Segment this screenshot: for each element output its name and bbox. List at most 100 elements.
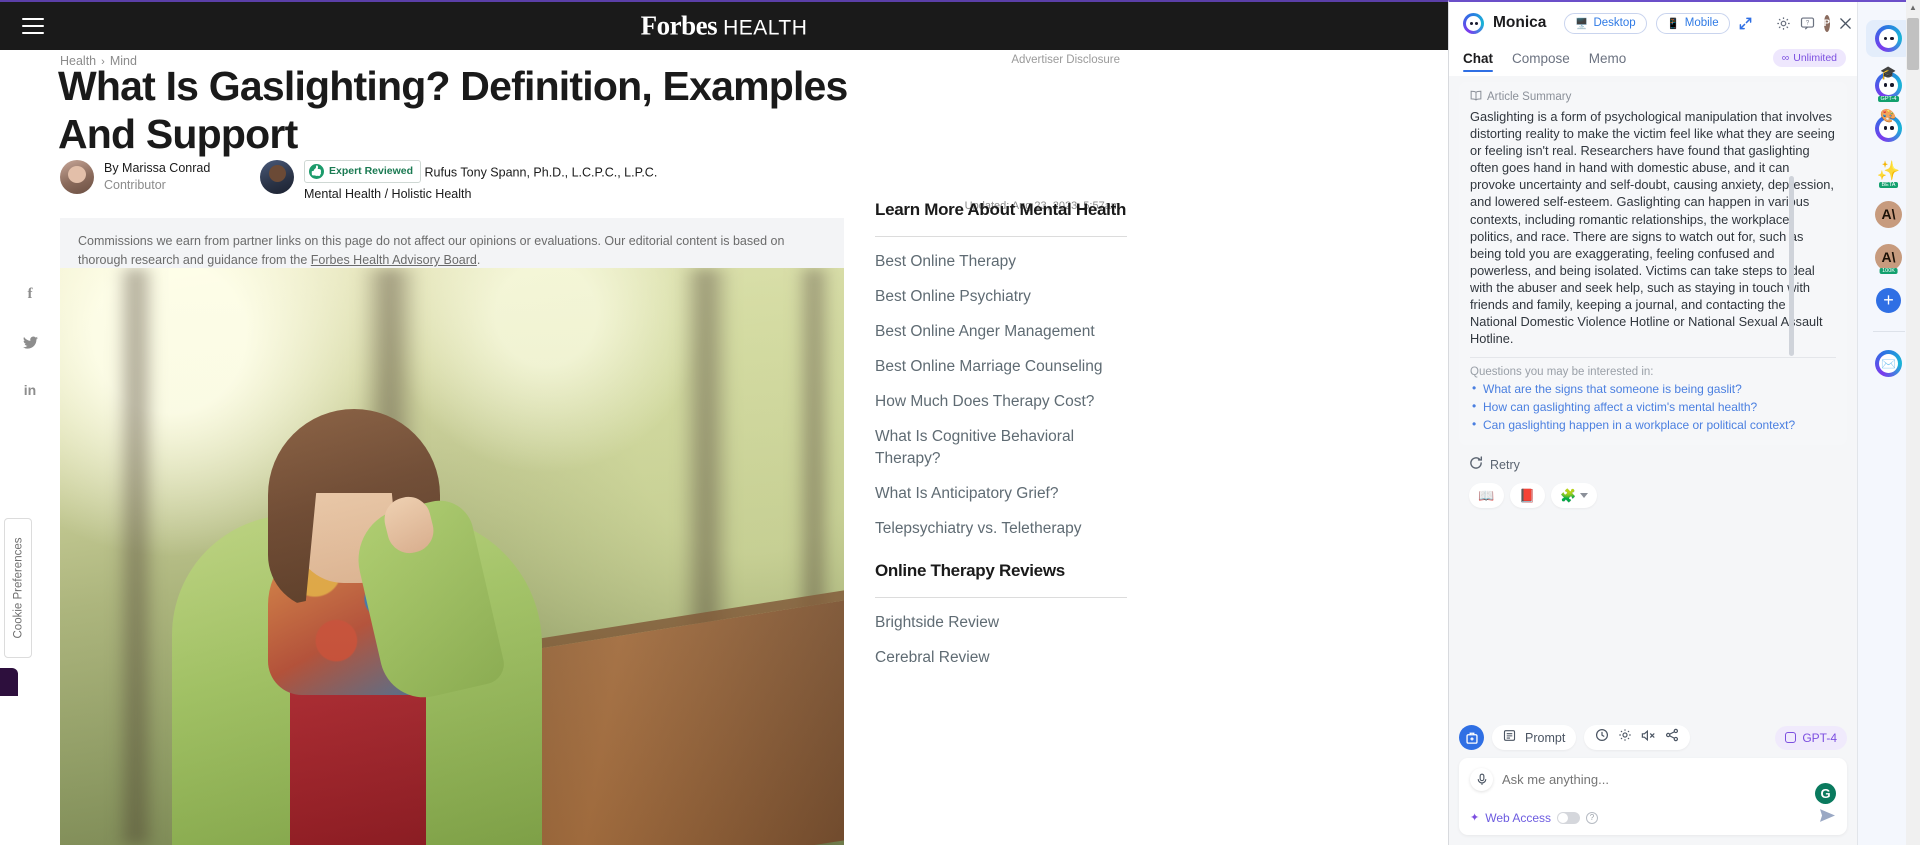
thumbs-up-icon — [309, 164, 324, 179]
rail-item-claude-bot[interactable]: A\ — [1874, 199, 1904, 229]
pdf-action[interactable]: 📕 — [1510, 483, 1545, 509]
help-icon[interactable]: ? — [1800, 13, 1815, 34]
utility-group — [1584, 725, 1691, 750]
health-wordmark: HEALTH — [723, 16, 808, 40]
reviewer-name[interactable]: Rufus Tony Spann, Ph.D., L.C.P.C., L.P.C… — [425, 165, 658, 179]
side-link[interactable]: Best Online Psychiatry — [875, 286, 1127, 308]
divider — [875, 597, 1127, 598]
read-book-action[interactable]: 📖 — [1469, 483, 1504, 509]
tab-compose[interactable]: Compose — [1512, 51, 1570, 70]
help-icon[interactable]: ? — [1586, 811, 1599, 824]
facebook-icon[interactable]: f — [0, 270, 60, 318]
message-composer: G ✦ Web Access ? — [1459, 758, 1847, 835]
grammarly-icon[interactable]: G — [1815, 783, 1836, 804]
side-link[interactable]: How Much Does Therapy Cost? — [875, 391, 1127, 413]
beret-icon: 🎨 — [1880, 108, 1897, 123]
twitter-icon[interactable] — [0, 318, 60, 366]
browser-scrollbar[interactable]: ▲ — [1906, 0, 1920, 845]
history-icon[interactable] — [1595, 728, 1609, 747]
cookie-preferences-button[interactable]: Cookie Preferences — [4, 518, 32, 658]
author-role: Contributor — [104, 178, 166, 192]
side-link[interactable]: Best Online Marriage Counseling — [875, 356, 1127, 378]
rail-item-gpt4-scholar-bot[interactable]: 🎓 GPT-4 — [1874, 65, 1904, 102]
advisory-board-link[interactable]: Forbes Health Advisory Board — [311, 253, 477, 267]
linkedin-icon[interactable]: in — [0, 366, 60, 414]
suggested-questions-list: What are the signs that someone is being… — [1470, 380, 1836, 435]
model-icon — [1785, 732, 1797, 743]
monica-footer: Prompt GPT-4 Ask me anything... G ✦ Web … — [1449, 725, 1857, 845]
forbes-health-logo[interactable]: Forbes HEALTH — [0, 11, 1448, 42]
rail-badge: 100K — [1879, 268, 1898, 274]
rail-item-gemini-bot[interactable]: ✨ BETA — [1874, 156, 1904, 188]
divider — [1470, 357, 1836, 359]
desktop-mode-button[interactable]: 🖥️ Desktop — [1564, 12, 1647, 34]
model-selector[interactable]: GPT-4 — [1775, 725, 1847, 750]
rail-badge: GPT-4 — [1877, 96, 1900, 102]
claude-100k-bot-icon: A\ — [1875, 243, 1902, 271]
tab-chat[interactable]: Chat — [1463, 51, 1493, 72]
infinity-icon: ∞ — [1781, 52, 1790, 64]
rail-item-monica-bot[interactable] — [1865, 20, 1912, 57]
microphone-icon[interactable] — [1470, 768, 1493, 791]
desktop-icon: 🖥️ — [1575, 17, 1589, 30]
gemini-sparkle-icon: ✨ — [1876, 161, 1901, 182]
suggested-question[interactable]: Can gaslighting happen in a workplace or… — [1470, 416, 1836, 435]
monica-toolbar: Prompt GPT-4 — [1459, 725, 1847, 750]
rail-item-claude-100k-bot[interactable]: A\ 100K — [1874, 242, 1904, 274]
rail-badge: BETA — [1878, 182, 1899, 188]
side-link[interactable]: What Is Cognitive Behavioral Therapy? — [875, 426, 1127, 470]
refresh-icon — [1469, 456, 1483, 473]
mute-icon[interactable] — [1641, 729, 1656, 747]
rail-item-add-bot[interactable]: + — [1874, 285, 1904, 315]
sparkle-icon: ✦ — [1470, 812, 1480, 824]
unlimited-badge[interactable]: ∞ Unlimited — [1772, 49, 1846, 67]
send-icon[interactable] — [1819, 808, 1836, 827]
graduation-cap-icon: 🎓 — [1880, 65, 1897, 80]
mobile-icon: 📱 — [1666, 17, 1680, 30]
model-label: GPT-4 — [1802, 730, 1837, 745]
share-icon[interactable] — [1665, 728, 1679, 747]
rail-item-artist-bot[interactable]: 🎨 — [1874, 108, 1904, 143]
side-link[interactable]: Telepsychiatry vs. Teletherapy — [875, 518, 1127, 540]
gear-icon[interactable] — [1776, 13, 1791, 34]
search-input[interactable] — [1502, 772, 1836, 787]
prompt-icon[interactable] — [1503, 729, 1516, 747]
puzzle-icon: 🧩 — [1560, 487, 1577, 503]
decorative-corner — [0, 668, 18, 696]
gear-icon[interactable] — [1618, 728, 1632, 747]
rail-item-mail-bot[interactable]: ✉️ — [1874, 348, 1904, 378]
advertiser-disclosure-link[interactable]: Advertiser Disclosure — [1011, 54, 1120, 66]
book-icon — [1470, 90, 1482, 104]
web-access-label[interactable]: Web Access — [1485, 811, 1551, 825]
close-icon[interactable] — [1839, 13, 1852, 34]
reviewer-avatar — [260, 160, 294, 194]
suggested-questions-label: Questions you may be interested in: — [1470, 366, 1654, 379]
reviewer-byline: Expert Reviewed Rufus Tony Spann, Ph.D.,… — [260, 160, 684, 203]
side-link[interactable]: What Is Anticipatory Grief? — [875, 483, 1127, 505]
tab-memo[interactable]: Memo — [1589, 51, 1627, 70]
avatar[interactable]: P — [1823, 14, 1830, 32]
author-name[interactable]: By Marissa Conrad — [104, 160, 210, 177]
side-link[interactable]: Best Online Anger Management — [875, 321, 1127, 343]
social-share-rail: f in — [0, 270, 60, 414]
suggested-question[interactable]: How can gaslighting affect a victim's me… — [1470, 398, 1836, 417]
suggested-question[interactable]: What are the signs that someone is being… — [1470, 380, 1836, 399]
scrollbar-thumb[interactable] — [1907, 18, 1919, 70]
page-title: What Is Gaslighting? Definition, Example… — [58, 63, 848, 157]
new-chat-icon[interactable] — [1459, 725, 1484, 750]
expand-icon[interactable] — [1739, 13, 1752, 34]
prompt-label[interactable]: Prompt — [1525, 731, 1565, 745]
web-access-toggle[interactable] — [1557, 811, 1581, 824]
forbes-wordmark: Forbes — [640, 10, 718, 41]
retry-label: Retry — [1490, 457, 1520, 472]
extensions-action[interactable]: 🧩 — [1551, 483, 1598, 509]
author-byline: By Marissa Conrad Contributor — [60, 160, 260, 203]
mobile-mode-button[interactable]: 📱 Mobile — [1655, 12, 1730, 34]
article-side-links: Learn More About Mental Health Best Onli… — [875, 200, 1127, 682]
conversation-scrollbar[interactable] — [1789, 176, 1794, 636]
scroll-up-icon[interactable]: ▲ — [1906, 0, 1920, 14]
side-link[interactable]: Best Online Therapy — [875, 251, 1127, 273]
side-link[interactable]: Cerebral Review — [875, 647, 1127, 669]
side-link[interactable]: Brightside Review — [875, 612, 1127, 634]
plus-icon: + — [1876, 287, 1901, 313]
